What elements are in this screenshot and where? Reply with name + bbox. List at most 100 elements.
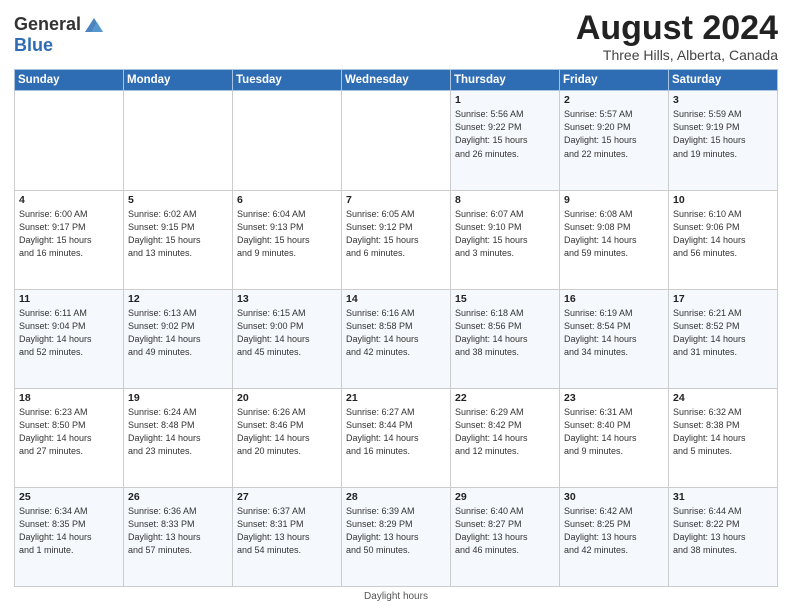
- calendar-cell: 23 Sunrise: 6:31 AM Sunset: 8:40 PM Dayli…: [560, 388, 669, 487]
- day-number: 15: [455, 293, 555, 305]
- footer-note: Daylight hours: [14, 591, 778, 602]
- day-info: Sunrise: 6:23 AM Sunset: 8:50 PM Dayligh…: [19, 406, 119, 458]
- day-info: Sunrise: 5:59 AM Sunset: 9:19 PM Dayligh…: [673, 108, 773, 160]
- header: General Blue August 2024 Three Hills, Al…: [14, 10, 778, 63]
- day-info: Sunrise: 6:07 AM Sunset: 9:10 PM Dayligh…: [455, 208, 555, 260]
- calendar-cell: 5 Sunrise: 6:02 AM Sunset: 9:15 PM Daylig…: [124, 190, 233, 289]
- day-info: Sunrise: 6:26 AM Sunset: 8:46 PM Dayligh…: [237, 406, 337, 458]
- calendar-cell: 17Sunrise: 6:21 AM Sunset: 8:52 PM Dayli…: [669, 289, 778, 388]
- day-info: Sunrise: 6:16 AM Sunset: 8:58 PM Dayligh…: [346, 307, 446, 359]
- calendar-week-row: 4 Sunrise: 6:00 AM Sunset: 9:17 PM Daylig…: [15, 190, 778, 289]
- day-number: 1: [455, 94, 555, 106]
- subtitle: Three Hills, Alberta, Canada: [576, 47, 778, 63]
- calendar-week-row: 1 Sunrise: 5:56 AM Sunset: 9:22 PM Daylig…: [15, 91, 778, 190]
- day-info: Sunrise: 6:24 AM Sunset: 8:48 PM Dayligh…: [128, 406, 228, 458]
- calendar-cell: 12 Sunrise: 6:13 AM Sunset: 9:02 PM Dayli…: [124, 289, 233, 388]
- day-number: 24: [673, 392, 773, 404]
- logo-icon: [83, 14, 105, 36]
- day-info: Sunrise: 6:29 AM Sunset: 8:42 PM Dayligh…: [455, 406, 555, 458]
- calendar-cell: [342, 91, 451, 190]
- day-number: 23: [564, 392, 664, 404]
- calendar-cell: 11Sunrise: 6:11 AM Sunset: 9:04 PM Dayli…: [15, 289, 124, 388]
- calendar-header-cell: Wednesday: [342, 70, 451, 91]
- calendar-cell: 6 Sunrise: 6:04 AM Sunset: 9:13 PM Daylig…: [233, 190, 342, 289]
- calendar-cell: 19 Sunrise: 6:24 AM Sunset: 8:48 PM Dayli…: [124, 388, 233, 487]
- day-number: 14: [346, 293, 446, 305]
- calendar-cell: 13 Sunrise: 6:15 AM Sunset: 9:00 PM Dayli…: [233, 289, 342, 388]
- day-number: 5: [128, 194, 228, 206]
- calendar-header-cell: Saturday: [669, 70, 778, 91]
- calendar-cell: 31Sunrise: 6:44 AM Sunset: 8:22 PM Dayli…: [669, 487, 778, 586]
- calendar-cell: 2Sunrise: 5:57 AM Sunset: 9:20 PM Daylig…: [560, 91, 669, 190]
- calendar-cell: 22 Sunrise: 6:29 AM Sunset: 8:42 PM Dayli…: [451, 388, 560, 487]
- calendar-table: SundayMondayTuesdayWednesdayThursdayFrid…: [14, 69, 778, 587]
- logo: General Blue: [14, 14, 105, 56]
- calendar-cell: 24 Sunrise: 6:32 AM Sunset: 8:38 PM Dayli…: [669, 388, 778, 487]
- calendar-cell: 4 Sunrise: 6:00 AM Sunset: 9:17 PM Daylig…: [15, 190, 124, 289]
- calendar-cell: [15, 91, 124, 190]
- day-info: Sunrise: 6:18 AM Sunset: 8:56 PM Dayligh…: [455, 307, 555, 359]
- calendar-header-cell: Monday: [124, 70, 233, 91]
- day-info: Sunrise: 5:57 AM Sunset: 9:20 PM Dayligh…: [564, 108, 664, 160]
- day-number: 27: [237, 491, 337, 503]
- calendar-cell: 9 Sunrise: 6:08 AM Sunset: 9:08 PM Daylig…: [560, 190, 669, 289]
- day-number: 19: [128, 392, 228, 404]
- calendar-cell: 3 Sunrise: 5:59 AM Sunset: 9:19 PM Daylig…: [669, 91, 778, 190]
- calendar-cell: 8 Sunrise: 6:07 AM Sunset: 9:10 PM Daylig…: [451, 190, 560, 289]
- day-number: 20: [237, 392, 337, 404]
- day-info: Sunrise: 6:39 AM Sunset: 8:29 PM Dayligh…: [346, 505, 446, 557]
- calendar-cell: 30Sunrise: 6:42 AM Sunset: 8:25 PM Dayli…: [560, 487, 669, 586]
- day-number: 10: [673, 194, 773, 206]
- calendar-cell: 16Sunrise: 6:19 AM Sunset: 8:54 PM Dayli…: [560, 289, 669, 388]
- day-number: 12: [128, 293, 228, 305]
- day-info: Sunrise: 6:13 AM Sunset: 9:02 PM Dayligh…: [128, 307, 228, 359]
- calendar-cell: 20 Sunrise: 6:26 AM Sunset: 8:46 PM Dayli…: [233, 388, 342, 487]
- day-number: 30: [564, 491, 664, 503]
- day-number: 3: [673, 94, 773, 106]
- calendar-cell: 1 Sunrise: 5:56 AM Sunset: 9:22 PM Daylig…: [451, 91, 560, 190]
- day-number: 7: [346, 194, 446, 206]
- day-number: 8: [455, 194, 555, 206]
- calendar-header-row: SundayMondayTuesdayWednesdayThursdayFrid…: [15, 70, 778, 91]
- day-number: 9: [564, 194, 664, 206]
- calendar-cell: 28Sunrise: 6:39 AM Sunset: 8:29 PM Dayli…: [342, 487, 451, 586]
- calendar-cell: 10Sunrise: 6:10 AM Sunset: 9:06 PM Dayli…: [669, 190, 778, 289]
- day-info: Sunrise: 6:37 AM Sunset: 8:31 PM Dayligh…: [237, 505, 337, 557]
- day-info: Sunrise: 6:00 AM Sunset: 9:17 PM Dayligh…: [19, 208, 119, 260]
- day-info: Sunrise: 6:11 AM Sunset: 9:04 PM Dayligh…: [19, 307, 119, 359]
- day-info: Sunrise: 6:04 AM Sunset: 9:13 PM Dayligh…: [237, 208, 337, 260]
- day-info: Sunrise: 5:56 AM Sunset: 9:22 PM Dayligh…: [455, 108, 555, 160]
- day-info: Sunrise: 6:02 AM Sunset: 9:15 PM Dayligh…: [128, 208, 228, 260]
- calendar-cell: 7Sunrise: 6:05 AM Sunset: 9:12 PM Daylig…: [342, 190, 451, 289]
- day-number: 31: [673, 491, 773, 503]
- page: General Blue August 2024 Three Hills, Al…: [0, 0, 792, 612]
- calendar-cell: [233, 91, 342, 190]
- day-number: 26: [128, 491, 228, 503]
- calendar-header-cell: Tuesday: [233, 70, 342, 91]
- day-info: Sunrise: 6:27 AM Sunset: 8:44 PM Dayligh…: [346, 406, 446, 458]
- calendar-week-row: 25Sunrise: 6:34 AM Sunset: 8:35 PM Dayli…: [15, 487, 778, 586]
- calendar-cell: 27 Sunrise: 6:37 AM Sunset: 8:31 PM Dayli…: [233, 487, 342, 586]
- day-info: Sunrise: 6:40 AM Sunset: 8:27 PM Dayligh…: [455, 505, 555, 557]
- day-info: Sunrise: 6:32 AM Sunset: 8:38 PM Dayligh…: [673, 406, 773, 458]
- calendar-cell: 15 Sunrise: 6:18 AM Sunset: 8:56 PM Dayli…: [451, 289, 560, 388]
- calendar-cell: 25Sunrise: 6:34 AM Sunset: 8:35 PM Dayli…: [15, 487, 124, 586]
- day-number: 6: [237, 194, 337, 206]
- title-block: August 2024 Three Hills, Alberta, Canada: [576, 10, 778, 63]
- day-number: 22: [455, 392, 555, 404]
- main-title: August 2024: [576, 10, 778, 47]
- day-number: 4: [19, 194, 119, 206]
- day-info: Sunrise: 6:08 AM Sunset: 9:08 PM Dayligh…: [564, 208, 664, 260]
- calendar-body: 1 Sunrise: 5:56 AM Sunset: 9:22 PM Daylig…: [15, 91, 778, 587]
- day-info: Sunrise: 6:21 AM Sunset: 8:52 PM Dayligh…: [673, 307, 773, 359]
- day-info: Sunrise: 6:36 AM Sunset: 8:33 PM Dayligh…: [128, 505, 228, 557]
- logo-general-text: General: [14, 15, 81, 35]
- day-number: 13: [237, 293, 337, 305]
- calendar-cell: 21Sunrise: 6:27 AM Sunset: 8:44 PM Dayli…: [342, 388, 451, 487]
- day-info: Sunrise: 6:19 AM Sunset: 8:54 PM Dayligh…: [564, 307, 664, 359]
- day-info: Sunrise: 6:31 AM Sunset: 8:40 PM Dayligh…: [564, 406, 664, 458]
- day-info: Sunrise: 6:15 AM Sunset: 9:00 PM Dayligh…: [237, 307, 337, 359]
- day-info: Sunrise: 6:34 AM Sunset: 8:35 PM Dayligh…: [19, 505, 119, 557]
- calendar-cell: 26 Sunrise: 6:36 AM Sunset: 8:33 PM Dayli…: [124, 487, 233, 586]
- logo-blue-text: Blue: [14, 35, 53, 55]
